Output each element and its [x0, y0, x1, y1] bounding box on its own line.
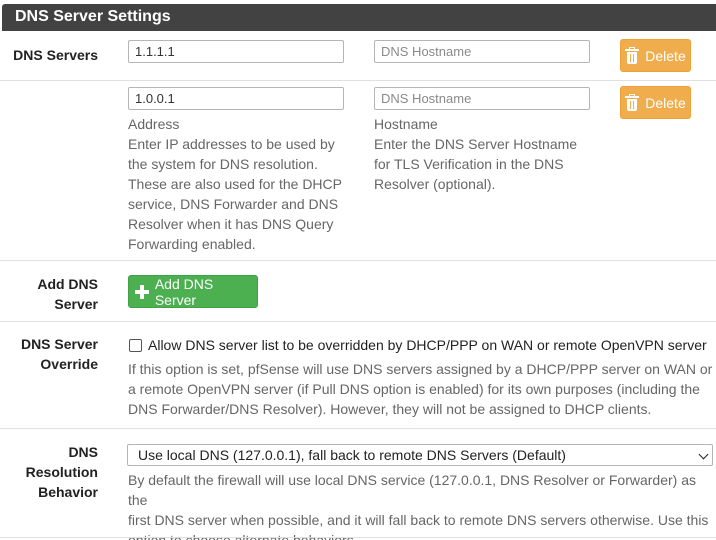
override-help: If this option is set, pfSense will use …: [128, 359, 714, 419]
dns-servers-label: DNS Servers: [13, 47, 98, 63]
divider: [0, 537, 716, 538]
override-label-line: DNS Server: [20, 336, 98, 352]
resolution-help: By default the firewall will use local D…: [128, 470, 714, 540]
address-help-line: Resolver when it has DNS Query: [128, 216, 334, 232]
resolution-label-line: Behavior: [38, 484, 98, 500]
resolution-help-line: first DNS server when possible, and it w…: [128, 512, 709, 528]
plus-icon: [135, 284, 149, 299]
override-help-line: a remote OpenVPN server (if Pull DNS opt…: [128, 381, 700, 397]
dns-address-input-2[interactable]: 1.0.0.1: [128, 87, 344, 110]
override-checkbox-label[interactable]: Allow DNS server list to be overridden b…: [148, 335, 707, 355]
divider: [0, 428, 716, 429]
divider: [0, 321, 716, 322]
resolution-help-line: option to choose alternate behaviors.: [128, 532, 358, 540]
hostname-help-line: for TLS Verification in the DNS: [374, 156, 564, 172]
add-dns-label-line: Add DNS: [37, 276, 98, 292]
resolution-label: DNS Resolution Behavior: [26, 442, 98, 502]
add-dns-server-button[interactable]: Add DNS Server: [128, 275, 258, 308]
divider: [0, 80, 716, 81]
dns-hostname-input-2[interactable]: DNS Hostname: [374, 87, 590, 110]
address-help-line: service, DNS Forwarder and DNS: [128, 196, 339, 212]
address-help: Address Enter IP addresses to be used by…: [128, 114, 358, 254]
dns-servers-row: [0, 32, 716, 80]
trash-icon: [625, 46, 640, 64]
address-help-line: the system for DNS resolution.: [128, 156, 318, 172]
address-help-line: Forwarding enabled.: [128, 236, 256, 252]
address-help-line: These are also used for the DHCP: [128, 176, 342, 192]
dns-address-input-1[interactable]: 1.1.1.1: [128, 40, 344, 63]
hostname-help-line: Resolver (optional).: [374, 176, 496, 192]
add-dns-label: Add DNS Server: [37, 274, 98, 314]
dns-hostname-input-1[interactable]: DNS Hostname: [374, 40, 590, 63]
add-dns-label-line: Server: [54, 296, 98, 312]
delete-button-1[interactable]: Delete: [620, 39, 691, 72]
override-label: DNS Server Override: [21, 334, 98, 374]
hostname-help-title: Hostname: [374, 116, 438, 132]
hostname-help-line: Enter the DNS Server Hostname: [374, 136, 578, 152]
address-help-title: Address: [128, 116, 180, 132]
trash-icon: [625, 93, 640, 111]
resolution-label-line: DNS: [68, 444, 98, 460]
hostname-help: Hostname Enter the DNS Server Hostname f…: [374, 114, 604, 194]
add-dns-server-label: Add DNS Server: [154, 275, 214, 308]
resolution-help-line: By default the firewall will use local D…: [128, 472, 696, 508]
delete-button-2[interactable]: Delete: [620, 86, 691, 119]
resolution-label-line: Resolution: [25, 464, 98, 480]
override-checkbox[interactable]: [129, 339, 142, 352]
resolution-selected-value: Use local DNS (127.0.0.1), fall back to …: [138, 447, 566, 463]
address-help-line: Enter IP addresses to be used by: [128, 136, 335, 152]
delete-button-label: Delete: [645, 94, 686, 111]
divider: [0, 260, 716, 261]
delete-button-label: Delete: [645, 47, 686, 64]
resolution-behavior-select[interactable]: Use local DNS (127.0.0.1), fall back to …: [127, 444, 713, 466]
override-label-line: Override: [40, 356, 98, 372]
override-help-line: If this option is set, pfSense will use …: [128, 361, 713, 377]
override-help-line: DNS Forwarder/DNS Resolver). However, th…: [128, 401, 652, 417]
panel-title: DNS Server Settings: [2, 4, 716, 31]
chevron-down-icon: [698, 449, 709, 460]
